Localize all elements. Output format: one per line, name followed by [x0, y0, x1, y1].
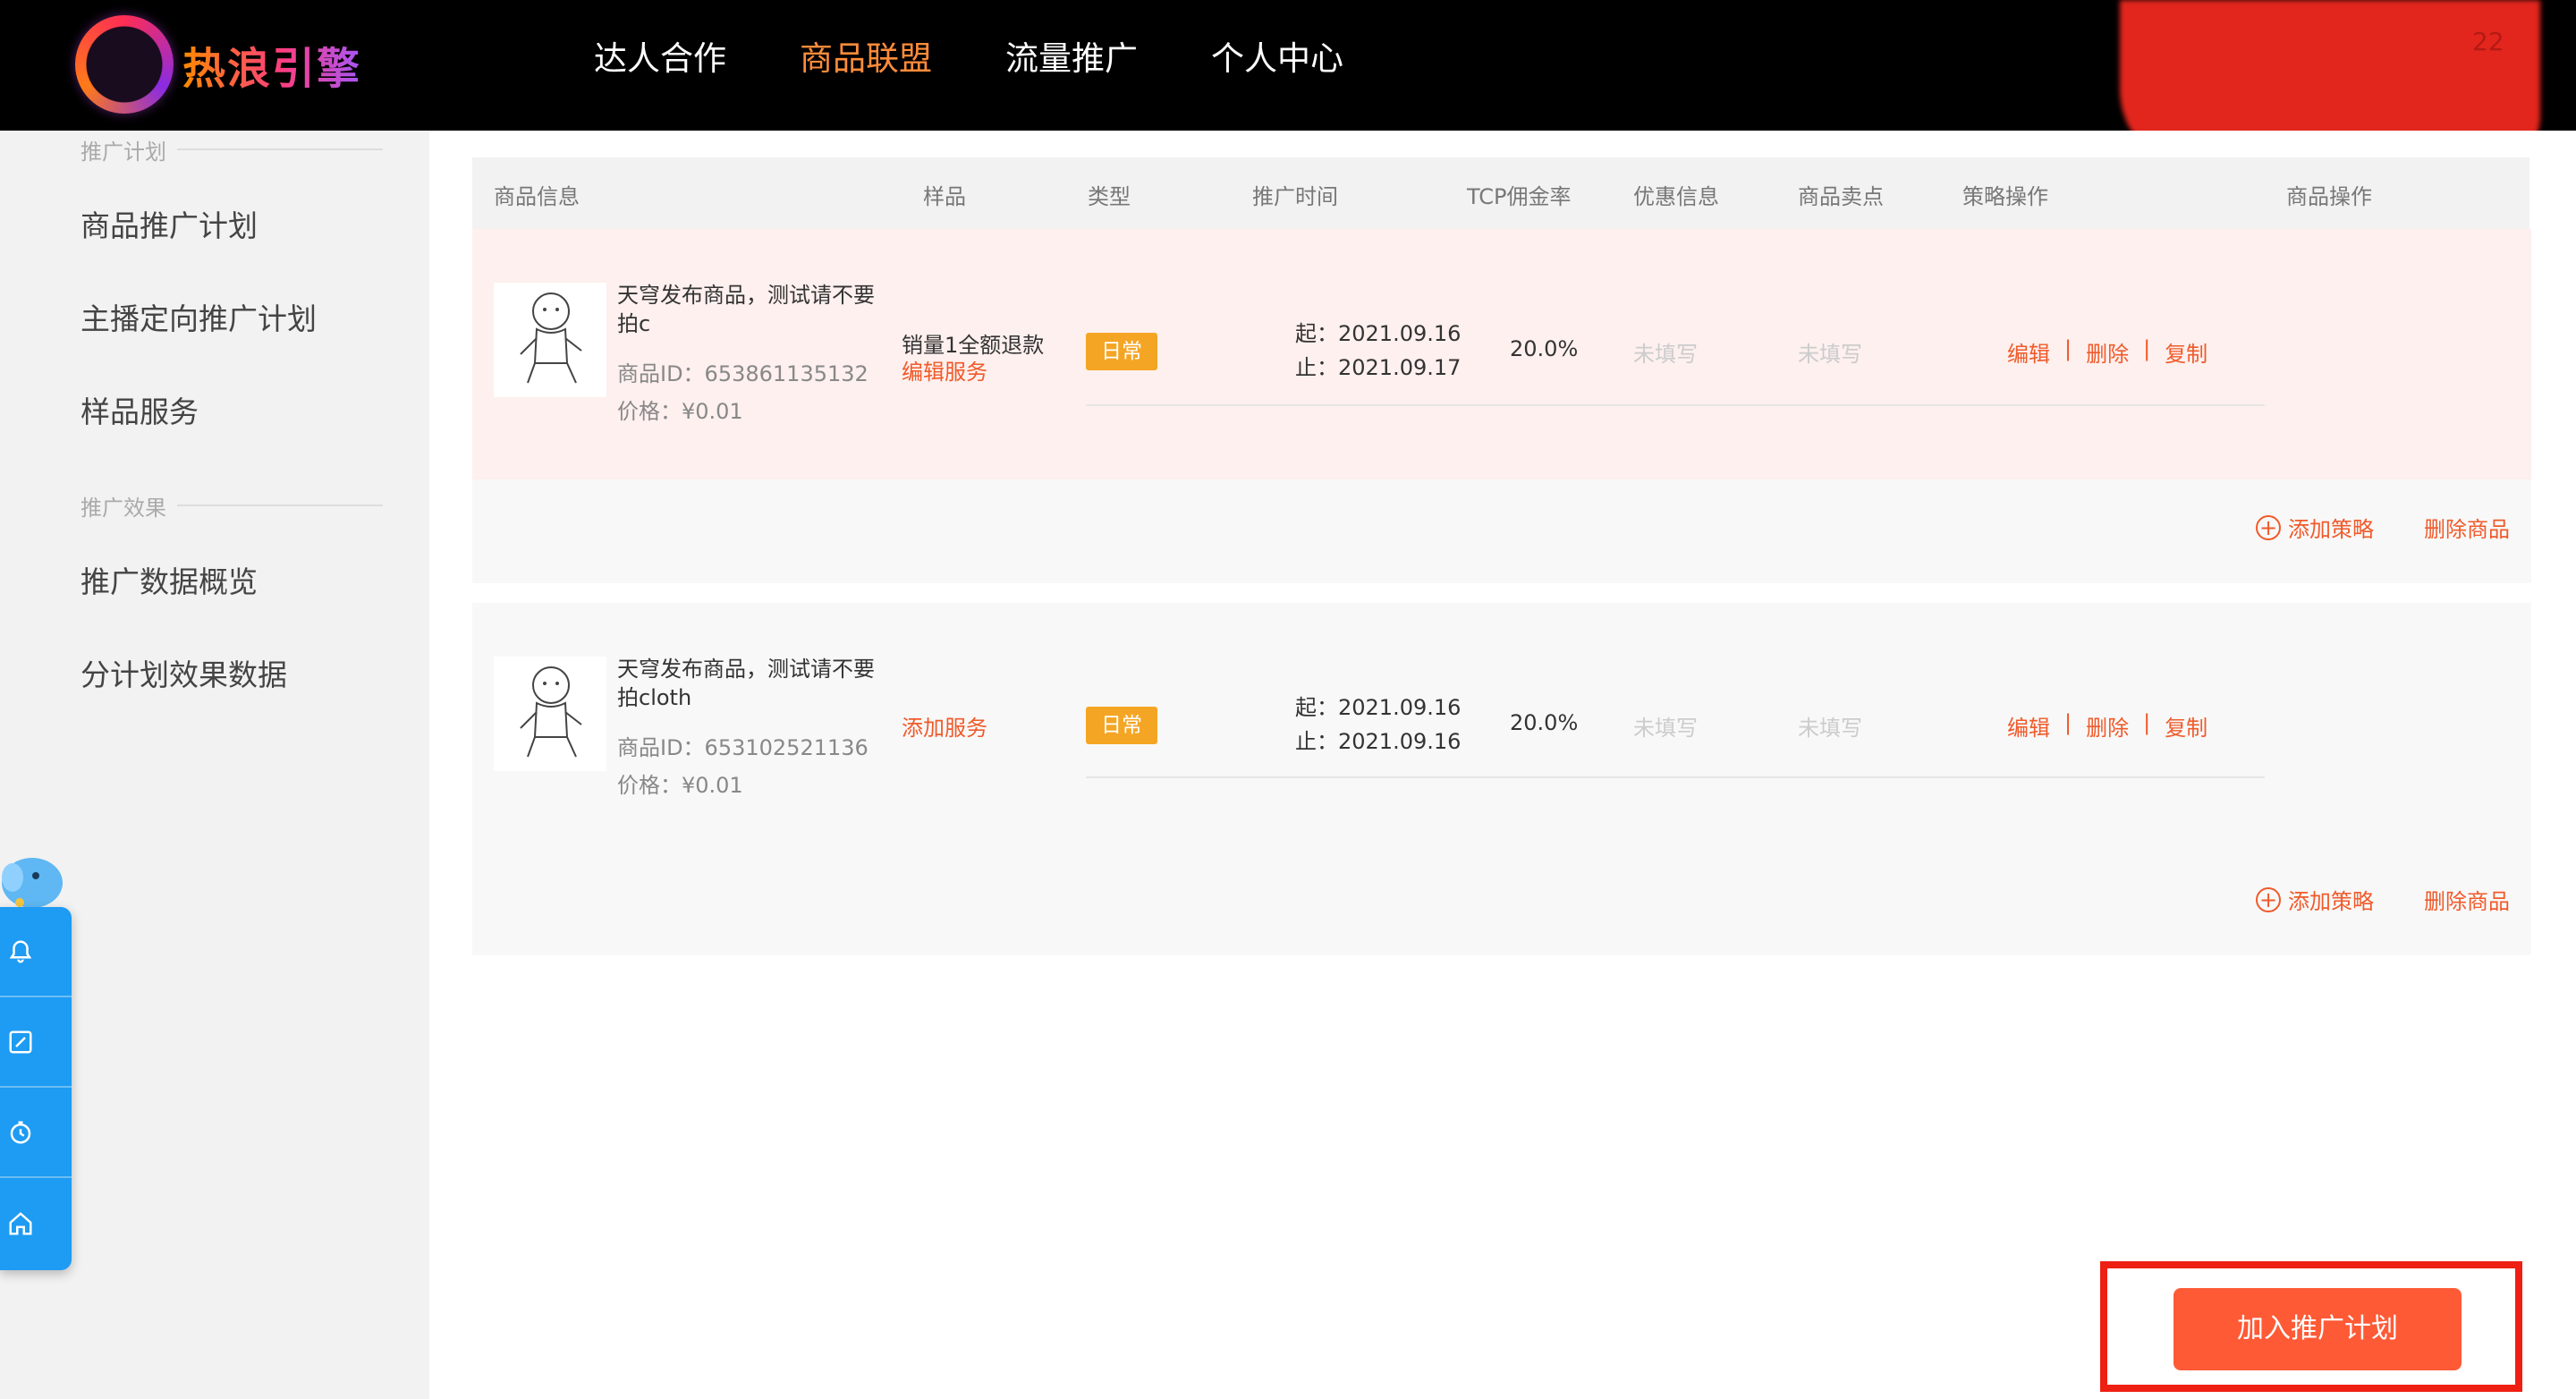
- tcp-rate: 20.0%: [1510, 336, 1579, 361]
- product-title[interactable]: 天穹发布商品，测试请不要拍cloth: [617, 655, 886, 712]
- strategy-ops: 编辑 | 删除 | 复制: [2007, 710, 2207, 742]
- product-title[interactable]: 天穹发布商品，测试请不要拍c: [617, 281, 886, 338]
- col-tcp-rate: TCP佣金率: [1467, 184, 1572, 209]
- add-strategy-label: 添加策略: [2288, 889, 2374, 914]
- sidebar-group-plan: 推广计划: [80, 134, 383, 165]
- bell-icon[interactable]: [0, 907, 72, 997]
- product-thumbnail[interactable]: [494, 657, 606, 771]
- edit-icon[interactable]: [0, 997, 72, 1088]
- brand-logo[interactable]: 热浪引擎: [75, 11, 361, 118]
- col-discount: 优惠信息: [1633, 184, 1719, 209]
- col-product-ops: 商品操作: [2286, 184, 2372, 209]
- col-product-info: 商品信息: [494, 184, 580, 209]
- col-selling-point: 商品卖点: [1798, 184, 1884, 209]
- floating-toolbar: [0, 907, 72, 1270]
- ops-separator: |: [2064, 336, 2072, 361]
- col-sample: 样品: [923, 184, 966, 209]
- row-divider: [1086, 404, 2265, 406]
- main-nav: 达人合作 商品联盟 流量推广 个人中心: [594, 34, 1417, 84]
- copy-strategy-link[interactable]: 复制: [2165, 336, 2207, 368]
- delete-strategy-link[interactable]: 删除: [2086, 336, 2129, 368]
- add-strategy-button[interactable]: + 添加策略: [2256, 884, 2374, 915]
- row-divider: [1086, 776, 2265, 778]
- product-card: 天穹发布商品，测试请不要拍c 商品ID：653861135132 价格：¥0.0…: [472, 229, 2531, 583]
- edit-strategy-link[interactable]: 编辑: [2007, 336, 2050, 368]
- col-strategy-ops: 策略操作: [1962, 184, 2048, 209]
- add-strategy-label: 添加策略: [2288, 517, 2374, 542]
- delete-product-button[interactable]: 删除商品: [2424, 512, 2510, 543]
- product-price: 价格：¥0.01: [617, 773, 743, 798]
- sidebar-item-plan-effect[interactable]: 分计划效果数据: [80, 651, 287, 694]
- home-icon[interactable]: [0, 1178, 72, 1268]
- product-price: 价格：¥0.01: [617, 399, 743, 424]
- sidebar-item-anchor-plan[interactable]: 主播定向推广计划: [80, 295, 317, 338]
- nav-talent-cooperation[interactable]: 达人合作: [594, 34, 726, 84]
- delete-strategy-link[interactable]: 删除: [2086, 710, 2129, 742]
- promo-start: 起：2021.09.16: [1295, 695, 1462, 720]
- promo-start: 起：2021.09.16: [1295, 321, 1462, 346]
- plus-circle-icon: +: [2256, 886, 2281, 912]
- product-row: 天穹发布商品，测试请不要拍cloth 商品ID：653102521136 价格：…: [472, 603, 2531, 853]
- discount-info: 未填写: [1633, 716, 1698, 741]
- sidebar-item-data-overview[interactable]: 推广数据概览: [80, 558, 258, 601]
- edit-strategy-link[interactable]: 编辑: [2007, 710, 2050, 742]
- product-actions: + 添加策略 删除商品: [2256, 884, 2510, 915]
- user-name-partial[interactable]: 22: [2472, 27, 2504, 56]
- tcp-rate: 20.0%: [1510, 710, 1579, 735]
- nav-product-alliance[interactable]: 商品联盟: [800, 34, 932, 84]
- type-badge: 日常: [1086, 707, 1157, 744]
- join-promotion-plan-button[interactable]: 加入推广计划: [2174, 1288, 2462, 1370]
- ops-separator: |: [2064, 710, 2072, 735]
- logo-text: 热浪引擎: [182, 33, 361, 96]
- add-strategy-button[interactable]: + 添加策略: [2256, 512, 2374, 543]
- product-thumbnail[interactable]: [494, 283, 606, 397]
- sidebar-item-sample-service[interactable]: 样品服务: [80, 388, 199, 431]
- product-row: 天穹发布商品，测试请不要拍c 商品ID：653861135132 价格：¥0.0…: [472, 229, 2531, 479]
- nav-personal-center[interactable]: 个人中心: [1211, 34, 1343, 84]
- col-promo-time: 推广时间: [1252, 184, 1338, 209]
- product-id: 商品ID：653102521136: [617, 735, 869, 760]
- logo-ring-icon: [75, 15, 174, 114]
- top-navbar: 热浪引擎 达人合作 商品联盟 流量推广 个人中心 22: [0, 0, 2576, 170]
- sidebar-item-product-plan[interactable]: 商品推广计划: [80, 202, 258, 245]
- add-service-link[interactable]: 添加服务: [902, 710, 987, 742]
- selling-point: 未填写: [1798, 716, 1862, 741]
- timer-icon[interactable]: [0, 1088, 72, 1178]
- delete-product-button[interactable]: 删除商品: [2424, 884, 2510, 915]
- promo-end: 止：2021.09.16: [1295, 729, 1462, 754]
- ops-separator: |: [2143, 336, 2151, 361]
- type-badge: 日常: [1086, 333, 1157, 370]
- nav-traffic-promotion[interactable]: 流量推广: [1005, 34, 1138, 84]
- col-type: 类型: [1088, 184, 1131, 209]
- ops-separator: |: [2143, 710, 2151, 735]
- promo-end: 止：2021.09.17: [1295, 355, 1462, 380]
- plus-circle-icon: +: [2256, 514, 2281, 540]
- sidebar-group-effect: 推广效果: [80, 490, 383, 521]
- product-card: 天穹发布商品，测试请不要拍cloth 商品ID：653102521136 价格：…: [472, 603, 2531, 955]
- elephant-mascot-icon[interactable]: [0, 845, 66, 908]
- discount-info: 未填写: [1633, 342, 1698, 367]
- product-id: 商品ID：653861135132: [617, 361, 869, 386]
- main-content: 商品信息 样品 类型 推广时间 TCP佣金率 优惠信息 商品卖点 策略操作 商品…: [429, 131, 2576, 1399]
- edit-service-link[interactable]: 编辑服务: [902, 354, 987, 386]
- copy-strategy-link[interactable]: 复制: [2165, 710, 2207, 742]
- selling-point: 未填写: [1798, 342, 1862, 367]
- table-header: 商品信息 样品 类型 推广时间 TCP佣金率 优惠信息 商品卖点 策略操作 商品…: [472, 157, 2529, 229]
- product-actions: + 添加策略 删除商品: [2256, 512, 2510, 543]
- strategy-ops: 编辑 | 删除 | 复制: [2007, 336, 2207, 368]
